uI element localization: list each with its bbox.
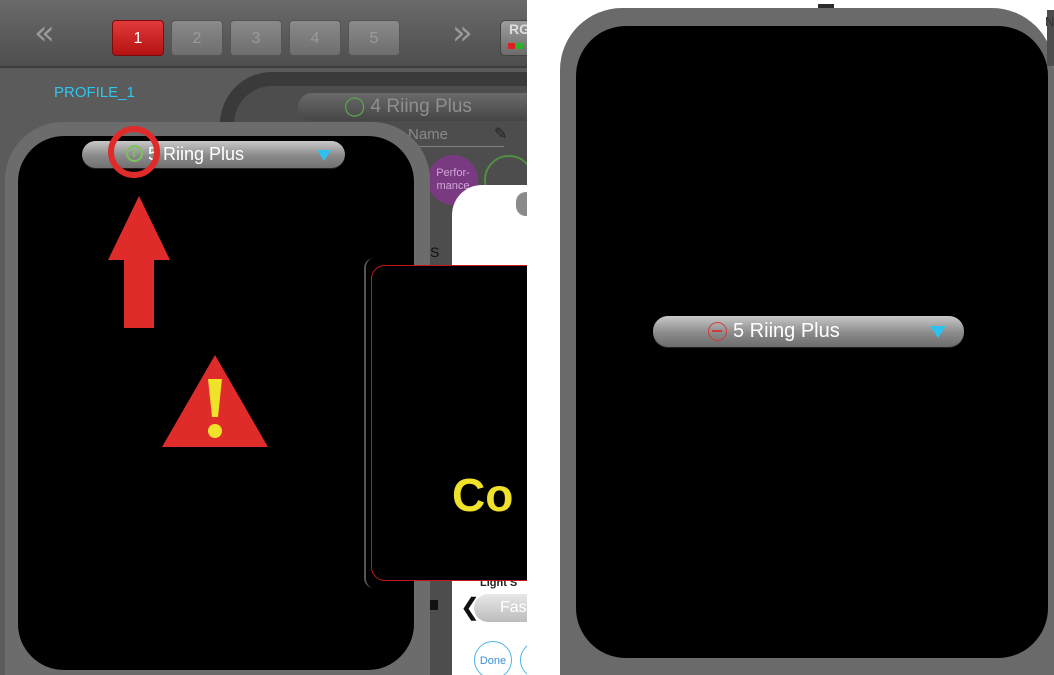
profile-toolbar: « 1 2 3 4 5 » RG: [0, 0, 527, 68]
speed-selector[interactable]: Fas: [474, 594, 527, 622]
right-screenshot-panel: N 5 Riing Plus: [560, 0, 1054, 675]
dialog-message: Co: [452, 469, 514, 521]
profile-tab-2[interactable]: 2: [171, 20, 223, 56]
profile-tab-4[interactable]: 4: [289, 20, 341, 56]
performance-label: Perfor- mance: [436, 167, 470, 192]
device-selector[interactable]: 5 Riing Plus: [653, 316, 964, 347]
device-name: 5 Riing Plus: [733, 320, 840, 342]
dropdown-triangle-icon[interactable]: [317, 150, 331, 161]
pencil-icon[interactable]: ✎: [494, 124, 507, 144]
warning-icon: [162, 355, 268, 447]
red-led-icon: [508, 43, 515, 49]
double-chevron-left-icon[interactable]: «: [34, 16, 55, 50]
back-device-selector[interactable]: ◯ 4 Riing Plus: [298, 93, 527, 121]
left-screenshot-panel: « 1 2 3 4 5 » RG PROFILE_1 ◯ 4 Riing Plu…: [0, 0, 527, 675]
profile-tab-3[interactable]: 3: [230, 20, 282, 56]
highlight-circle: [108, 126, 160, 178]
s-label: S: [430, 244, 440, 260]
power-icon: ◯: [344, 96, 366, 117]
back-device-name: 4 Riing Plus: [370, 96, 472, 117]
name-underline: [408, 146, 504, 147]
rgb-button-label: RG: [509, 21, 527, 37]
rgb-button[interactable]: RG: [500, 20, 527, 56]
front-device-name: 5 Riing Plus: [148, 144, 245, 164]
green-led-icon: [516, 43, 523, 49]
profile-tab-1[interactable]: 1: [112, 20, 164, 56]
scroll-knob[interactable]: [516, 192, 527, 216]
up-arrow-icon: [108, 196, 170, 328]
done-button[interactable]: Done: [474, 641, 512, 675]
connection-dialog: [371, 265, 527, 581]
double-chevron-right-icon[interactable]: »: [452, 16, 473, 50]
dropdown-triangle-icon[interactable]: [930, 326, 946, 338]
profile-label: PROFILE_1: [54, 84, 135, 101]
profile-tab-5[interactable]: 5: [348, 20, 400, 56]
disconnected-icon: [708, 322, 727, 341]
edge-letter: N: [1045, 14, 1054, 29]
